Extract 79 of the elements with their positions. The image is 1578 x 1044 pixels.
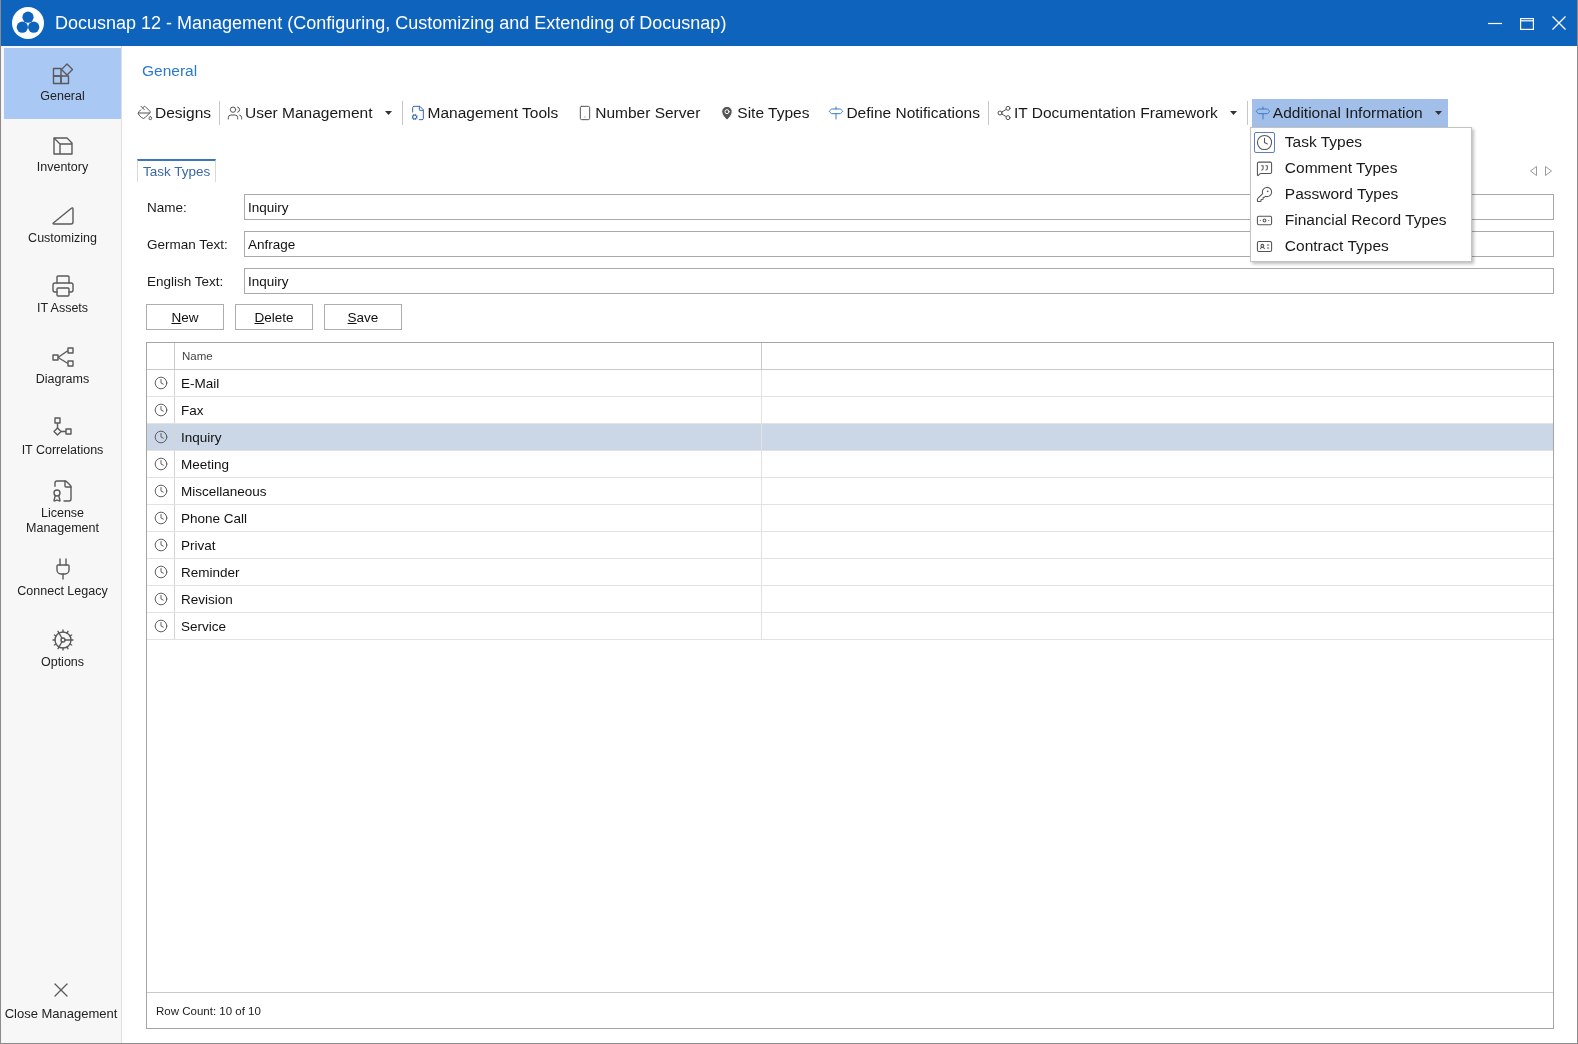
sidebar-item[interactable]: License Management xyxy=(4,472,121,543)
field-label: Name: xyxy=(147,198,188,217)
sidebar-item[interactable]: General xyxy=(4,48,121,119)
toolbar-button[interactable]: IT Documentation Framework xyxy=(992,99,1243,127)
action-button[interactable]: New xyxy=(146,304,224,330)
field-label: German Text: xyxy=(147,235,229,254)
signpost-icon xyxy=(828,105,845,121)
gear-icon xyxy=(50,627,75,652)
table-row[interactable]: Phone Call xyxy=(147,505,1553,532)
node-diagram-icon xyxy=(50,345,75,370)
field-label: English Text: xyxy=(147,272,225,291)
table-cell: Service xyxy=(175,613,762,639)
toolbar-button[interactable]: Additional Information xyxy=(1251,99,1448,127)
menu-item[interactable]: Comment Types xyxy=(1250,155,1471,181)
column-header[interactable]: Name xyxy=(175,343,762,369)
clock-icon xyxy=(153,403,168,417)
right-arrow-icon[interactable] xyxy=(1545,165,1552,176)
tiles-icon xyxy=(50,62,75,87)
clock-icon xyxy=(153,376,168,390)
toolbar-button[interactable]: User Management xyxy=(224,99,398,127)
table-row[interactable]: Privat xyxy=(147,532,1553,559)
clock-icon xyxy=(153,430,168,444)
toolbar-button[interactable]: Define Notifications xyxy=(825,99,984,127)
sidebar-item[interactable]: IT Correlations xyxy=(4,401,121,473)
clock-icon xyxy=(153,511,168,525)
table-cell: Miscellaneous xyxy=(175,478,762,504)
text-field[interactable]: Inquiry xyxy=(244,268,1554,294)
row-count-text: Row Count: 10 of 10 xyxy=(156,1004,261,1017)
table-cell: Revision xyxy=(175,586,762,612)
badge-document-icon xyxy=(50,478,75,503)
signpost-icon xyxy=(1254,105,1271,121)
sidebar-item[interactable]: Inventory xyxy=(4,118,121,190)
table-cell: Phone Call xyxy=(175,505,762,531)
table-cell: Fax xyxy=(175,397,762,423)
printer-icon xyxy=(50,274,75,299)
sidebar-item[interactable]: Diagrams xyxy=(4,330,121,402)
table-cell: Reminder xyxy=(175,559,762,585)
table-cell: E-Mail xyxy=(175,370,762,396)
clock-icon xyxy=(153,619,168,633)
window-title: Docusnap 12 - Management (Configuring, Customizing and Extending of Docusnap) xyxy=(55,12,727,34)
sidebar-item[interactable]: IT Assets xyxy=(4,260,121,331)
sidebar-item[interactable]: Customizing xyxy=(4,189,121,261)
clock-icon xyxy=(153,457,168,471)
table-cell: Meeting xyxy=(175,451,762,477)
sidebar-item[interactable]: Connect Legacy xyxy=(4,542,121,614)
table-row[interactable]: Revision xyxy=(147,586,1553,613)
toolbar-button[interactable]: Number Server xyxy=(574,99,705,127)
toolbar-button[interactable]: Site Types xyxy=(716,99,814,127)
table-row[interactable]: E-Mail xyxy=(147,370,1553,397)
map-pin-icon xyxy=(719,105,736,121)
close-icon[interactable] xyxy=(1552,16,1566,30)
logo-icon xyxy=(12,7,44,39)
maximize-icon[interactable] xyxy=(1520,16,1534,30)
section-title: General xyxy=(142,61,199,81)
left-arrow-icon[interactable] xyxy=(1530,165,1537,176)
clock-icon xyxy=(153,592,168,606)
sidebar-item[interactable]: Close Management xyxy=(1,968,121,1030)
table-row[interactable]: Service xyxy=(147,613,1553,640)
table-row[interactable]: Miscellaneous xyxy=(147,478,1553,505)
toolbar-button[interactable]: Designs xyxy=(134,99,215,127)
menu-item[interactable]: Task Types xyxy=(1250,129,1471,155)
share-nodes-icon xyxy=(995,105,1012,121)
clock-icon xyxy=(153,565,168,579)
menu-item[interactable]: Contract Types xyxy=(1250,233,1471,259)
clock-icon xyxy=(153,538,168,552)
tab[interactable]: Task Types xyxy=(137,159,217,182)
table-row[interactable]: Inquiry xyxy=(147,424,1553,451)
action-button[interactable]: Delete xyxy=(235,304,313,330)
toolbar-button[interactable]: Management Tools xyxy=(406,99,563,127)
table-cell: Privat xyxy=(175,532,762,558)
document-gear-icon xyxy=(409,105,426,121)
table-row[interactable]: Meeting xyxy=(147,451,1553,478)
action-button[interactable]: Save xyxy=(324,304,402,330)
users-icon xyxy=(227,105,243,121)
clock-icon xyxy=(153,484,168,498)
paint-bucket-icon xyxy=(137,105,153,121)
table-row[interactable]: Reminder xyxy=(147,559,1553,586)
table-cell: Inquiry xyxy=(175,424,762,450)
sidebar-item[interactable]: Options xyxy=(4,613,121,685)
